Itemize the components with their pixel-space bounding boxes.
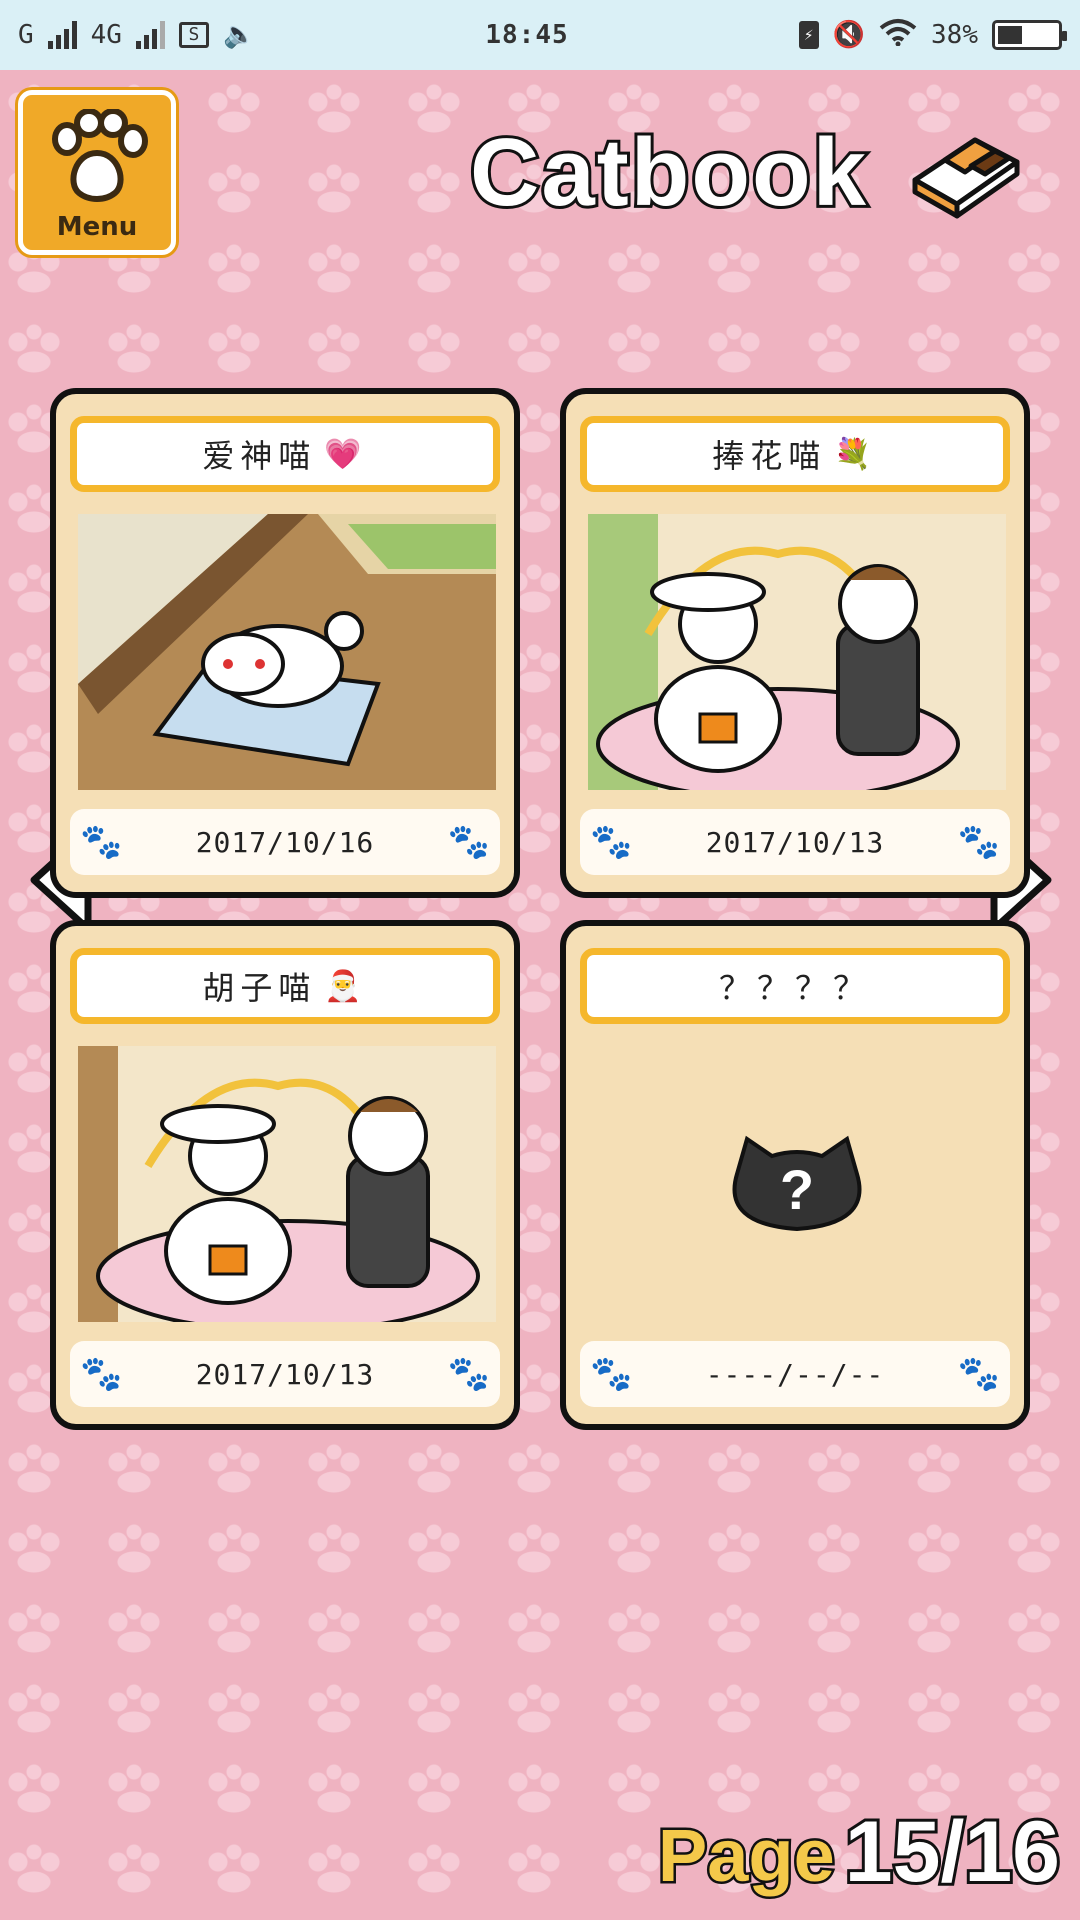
cat-date: ----/--/--	[705, 1357, 885, 1391]
cat-name-bar: 爱神喵 💗	[70, 416, 500, 492]
paw-icon: 🐾	[447, 1354, 490, 1394]
cat-date: 2017/10/13	[195, 1357, 375, 1391]
page-word: Page	[655, 1812, 837, 1900]
paw-icon: 🐾	[590, 822, 633, 862]
mute-icon: 🔇	[832, 20, 866, 50]
page-indicator: Page 15/16	[655, 1801, 1063, 1903]
cat-name-bar: ？？？？	[580, 948, 1010, 1024]
mystery-cat: ?	[588, 1046, 1006, 1322]
cat-photo	[78, 1046, 496, 1322]
page-title: Catbook	[467, 116, 869, 229]
status-right: ⚡ 🔇 38%	[798, 18, 1067, 53]
charging-icon: ⚡	[798, 21, 819, 49]
heart-icon: 💗	[324, 436, 368, 472]
page-number: 15/16	[842, 1801, 1063, 1903]
paw-icon: 🐾	[957, 822, 1000, 862]
cat-date: 2017/10/16	[195, 825, 375, 859]
status-bar: G 4G S 🔈 18:45 ⚡ 🔇 38%	[0, 0, 1080, 70]
paw-icon: 🐾	[80, 1354, 123, 1394]
catbook-icon	[912, 137, 1020, 219]
menu-label: Menu	[56, 212, 138, 242]
svg-text:?: ?	[780, 1158, 814, 1221]
signal-icon-2	[135, 21, 165, 49]
cat-card-locked[interactable]: ？？？？ ? 🐾 ----/--/-- 🐾	[560, 920, 1030, 1430]
cat-name-bar: 捧花喵 💐	[580, 416, 1010, 492]
carrier-label: G	[18, 20, 34, 50]
bouquet-icon: 💐	[834, 436, 878, 472]
wifi-icon	[879, 18, 917, 53]
date-bar: 🐾 2017/10/13 🐾	[70, 1341, 500, 1407]
date-bar: 🐾 ----/--/-- 🐾	[580, 1341, 1010, 1407]
screenshot-icon: S	[178, 22, 209, 48]
cat-date: 2017/10/13	[705, 825, 885, 859]
date-bar: 🐾 2017/10/16 🐾	[70, 809, 500, 875]
cat-name-bar: 胡子喵 🎅	[70, 948, 500, 1024]
cat-card[interactable]: 爱神喵 💗 🐾 2017/10/16 🐾	[50, 388, 520, 898]
battery-icon	[992, 20, 1067, 50]
cat-photo	[588, 514, 1006, 790]
paw-icon: 🐾	[447, 822, 490, 862]
cat-card[interactable]: 胡子喵 🎅 🐾 2017/10/13 🐾	[50, 920, 520, 1430]
cat-photo	[78, 514, 496, 790]
battery-percent: 38%	[931, 20, 978, 50]
cat-name: 胡子喵	[202, 969, 317, 1007]
paw-icon	[52, 109, 148, 202]
menu-button[interactable]: Menu	[18, 90, 176, 255]
network-label: 4G	[90, 20, 122, 50]
date-bar: 🐾 2017/10/13 🐾	[580, 809, 1010, 875]
status-left: G 4G S 🔈	[18, 20, 255, 50]
paw-icon: 🐾	[590, 1354, 633, 1394]
volume-icon: 🔈	[222, 20, 256, 50]
cat-name: ？？？？	[718, 969, 871, 1007]
cat-name: 爱神喵	[202, 437, 317, 475]
paw-icon: 🐾	[957, 1354, 1000, 1394]
santa-icon: 🎅	[324, 968, 368, 1004]
unknown-cat-icon: ?	[732, 1135, 862, 1232]
signal-icon	[47, 21, 77, 49]
status-time: 18:45	[485, 20, 569, 50]
cat-card[interactable]: 捧花喵 💐 🐾 2017/10/13 🐾	[560, 388, 1030, 898]
paw-icon: 🐾	[80, 822, 123, 862]
cat-name: 捧花喵	[712, 437, 827, 475]
